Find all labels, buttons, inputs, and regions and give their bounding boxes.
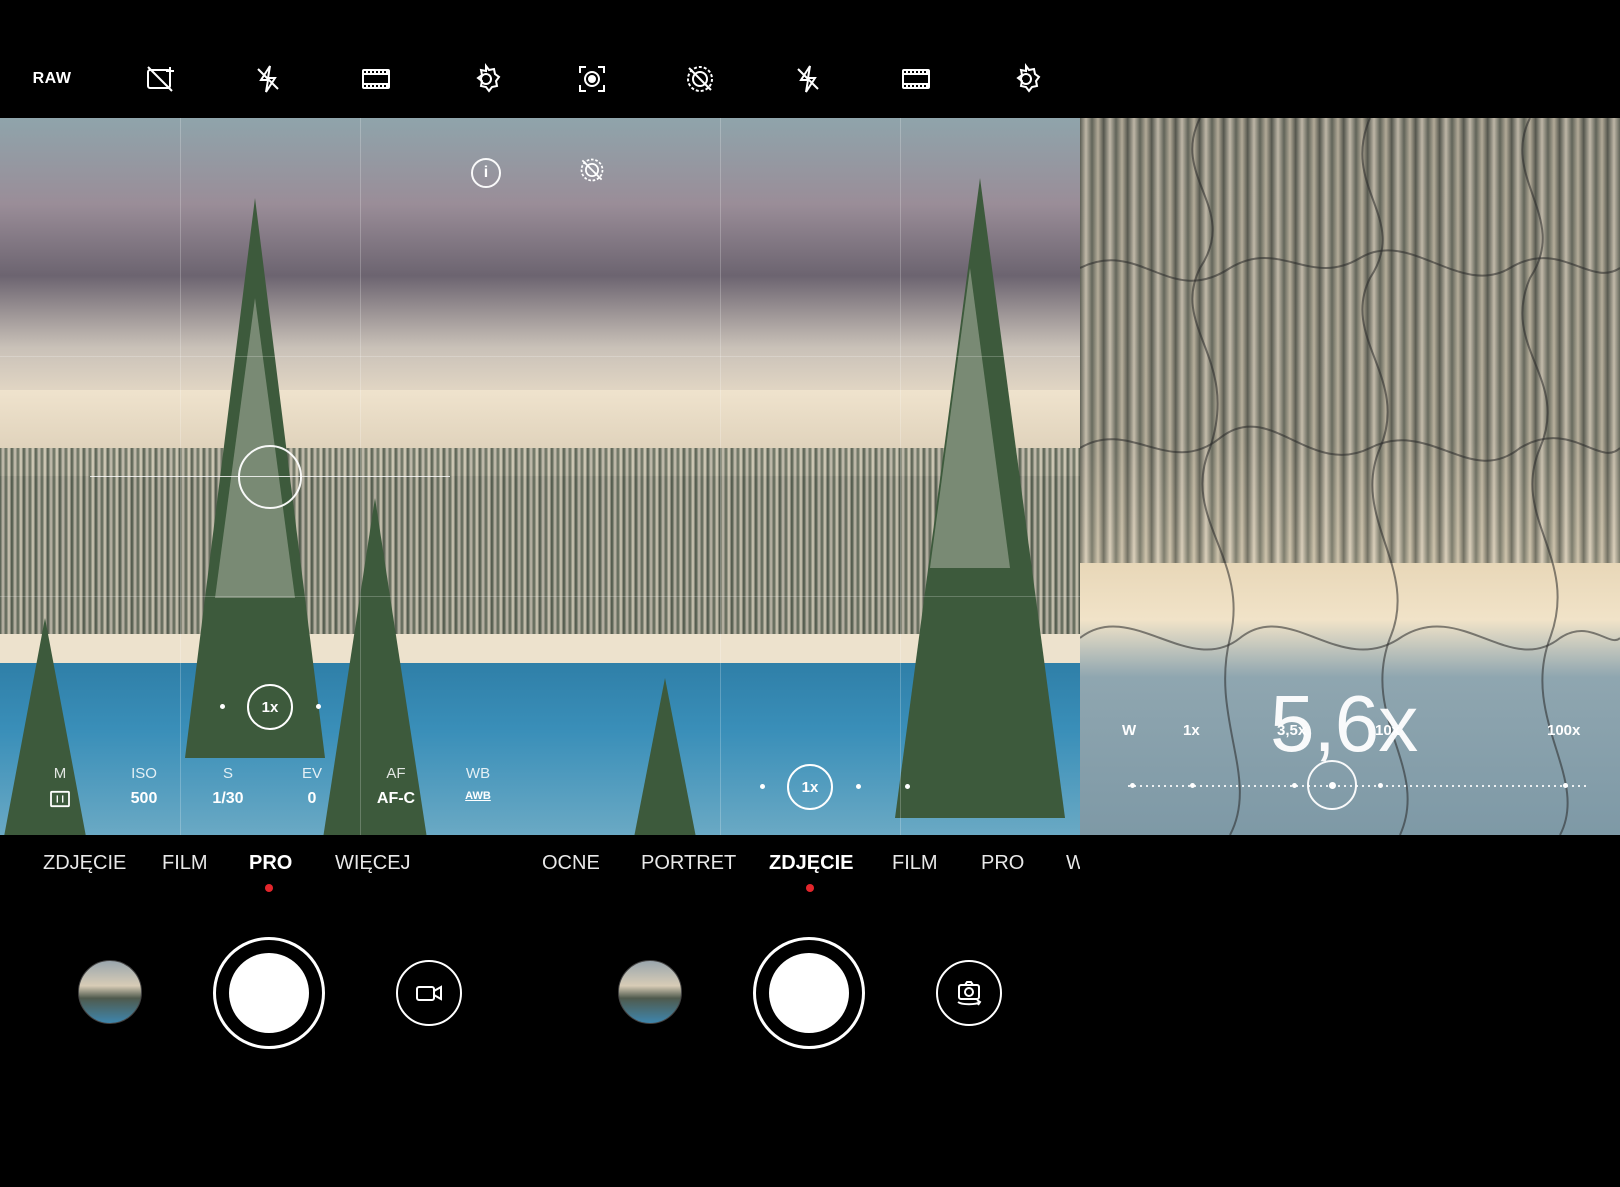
mode-zdjecie[interactable]: ZDJĘCIE <box>769 852 853 875</box>
zoomed-viewfinder[interactable]: 5,6x W 1x 3,5x 10x 100x <box>1080 118 1620 835</box>
info-icon[interactable]: i <box>471 158 501 188</box>
mode-selector: ZDJĘCIE FILM PRO WIĘCEJ <box>0 852 540 892</box>
grid-line <box>900 118 901 835</box>
grid-line <box>0 596 540 597</box>
mode-film[interactable]: FILM <box>162 852 208 875</box>
param-shutter[interactable]: S 1/30 <box>188 765 268 808</box>
gear-icon[interactable] <box>468 61 504 97</box>
zoom-slider-track[interactable] <box>1128 785 1588 787</box>
viewfinder[interactable]: i 1x <box>0 118 540 835</box>
param-ev[interactable]: EV 0 <box>272 765 352 808</box>
switch-camera-icon[interactable] <box>936 960 1002 1026</box>
param-wb[interactable]: WB AWB <box>438 765 518 802</box>
gallery-thumbnail[interactable] <box>78 960 142 1024</box>
param-metering[interactable]: M <box>20 765 100 813</box>
mode-portret[interactable]: PORTRET <box>641 852 736 875</box>
param-af[interactable]: AF AF-C <box>356 765 436 808</box>
active-mode-indicator <box>806 884 814 892</box>
zoom-scale-w[interactable]: W <box>1122 722 1136 739</box>
capture-controls <box>540 930 1080 1060</box>
metering-icon <box>20 790 100 813</box>
zoom-scale-100x[interactable]: 100x <box>1547 722 1580 739</box>
zoom-scale-10x[interactable]: 10x <box>1375 722 1400 739</box>
mode-wiecej[interactable]: WIĘCEJ <box>335 852 411 875</box>
live-photo-off-icon[interactable] <box>682 61 718 97</box>
pro-mode-panel: RAW i 1x M ISO 500 S 1/30 EV 0 AF AF-C W… <box>0 0 540 1187</box>
zoom-scale-1x[interactable]: 1x <box>1183 722 1200 739</box>
top-toolbar <box>540 0 1080 118</box>
mode-pro[interactable]: PRO <box>981 852 1024 875</box>
zoom-button[interactable]: 1x <box>247 684 293 730</box>
focus-circle <box>238 445 302 509</box>
scene-icon[interactable] <box>574 61 610 97</box>
aspect-ratio-icon[interactable] <box>358 61 394 97</box>
param-iso[interactable]: ISO 500 <box>104 765 184 808</box>
grid-line <box>540 596 1080 597</box>
mode-zdjecie[interactable]: ZDJĘCIE <box>43 852 126 875</box>
pro-parameters: M ISO 500 S 1/30 EV 0 AF AF-C WB AWB <box>0 765 540 825</box>
viewfinder[interactable]: 1x <box>540 118 1080 835</box>
grid-line <box>0 356 540 357</box>
shutter-button[interactable] <box>213 937 325 1049</box>
top-toolbar: RAW <box>0 0 540 118</box>
video-icon[interactable] <box>396 960 462 1026</box>
aspect-ratio-icon[interactable] <box>898 61 934 97</box>
grid-line <box>540 356 1080 357</box>
shutter-button[interactable] <box>753 937 865 1049</box>
raw-toggle[interactable]: RAW <box>33 61 71 97</box>
zoom-panel: 5,6x W 1x 3,5x 10x 100x <box>1080 0 1620 1187</box>
flash-off-icon[interactable] <box>790 61 826 97</box>
photo-mode-panel: 1x OCNE PORTRET ZDJĘCIE FILM PRO W <box>540 0 1080 1187</box>
mode-wiecej[interactable]: W <box>1066 852 1080 875</box>
mode-film[interactable]: FILM <box>892 852 938 875</box>
flash-off-icon[interactable] <box>250 61 286 97</box>
capture-controls <box>0 930 540 1060</box>
mode-selector: OCNE PORTRET ZDJĘCIE FILM PRO W <box>540 852 1080 892</box>
gallery-thumbnail[interactable] <box>618 960 682 1024</box>
ai-off-icon[interactable] <box>142 61 178 97</box>
mode-nocne[interactable]: OCNE <box>542 852 600 875</box>
active-mode-indicator <box>265 884 273 892</box>
zoom-slider-handle[interactable] <box>1307 760 1357 810</box>
zoom-button[interactable]: 1x <box>787 764 833 810</box>
zoom-scale-3-5x[interactable]: 3,5x <box>1277 722 1306 739</box>
live-photo-off-icon <box>578 156 606 184</box>
mode-pro[interactable]: PRO <box>249 852 292 875</box>
gear-icon[interactable] <box>1008 61 1044 97</box>
grid-line <box>720 118 721 835</box>
